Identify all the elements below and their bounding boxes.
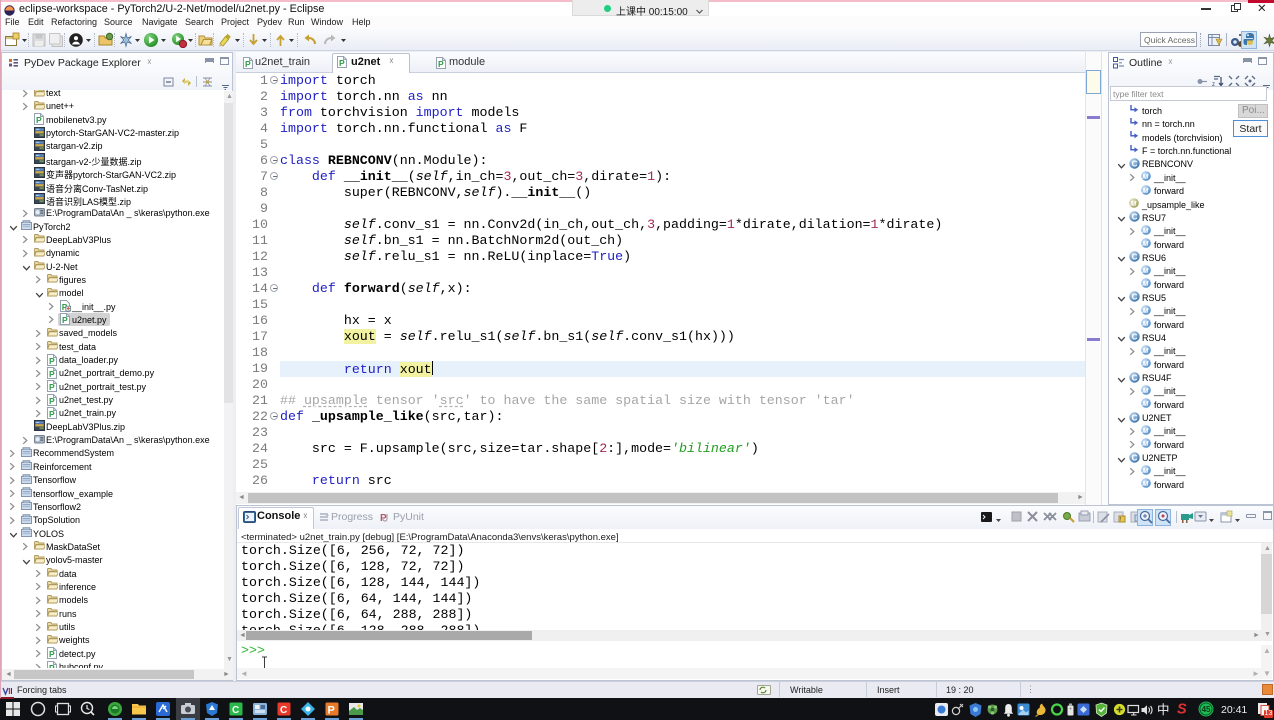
svg-text:M: M <box>1130 199 1137 208</box>
svg-text:C: C <box>1132 293 1138 302</box>
svg-text:M: M <box>1142 426 1149 435</box>
svg-text:C: C <box>1132 333 1138 342</box>
svg-text:P: P <box>328 705 335 717</box>
svg-text:C: C <box>280 705 287 716</box>
svg-text:M: M <box>1142 306 1149 315</box>
svg-text:P: P <box>49 369 55 379</box>
svg-text:P: P <box>49 409 55 419</box>
svg-text:中: 中 <box>1157 702 1170 717</box>
svg-text:M: M <box>1142 185 1149 194</box>
svg-text:M: M <box>1142 239 1149 248</box>
svg-text:M: M <box>1142 319 1149 328</box>
svg-text:P: P <box>339 58 345 68</box>
svg-text:P: P <box>36 115 42 125</box>
svg-text:P: P <box>49 382 55 392</box>
svg-text:M: M <box>1142 479 1149 488</box>
svg-text:P: P <box>49 649 55 659</box>
svg-text:S: S <box>1177 702 1187 718</box>
svg-text:P: P <box>62 315 68 325</box>
svg-text:M: M <box>1142 359 1149 368</box>
svg-text:C: C <box>1132 253 1138 262</box>
svg-text:C: C <box>1132 159 1138 168</box>
svg-text:M: M <box>1142 172 1149 181</box>
svg-text:C: C <box>232 705 239 716</box>
svg-text:P: P <box>49 662 55 668</box>
svg-text:C: C <box>1132 413 1138 422</box>
svg-text:M: M <box>1142 265 1149 274</box>
svg-text:P: P <box>380 513 387 523</box>
svg-text:M: M <box>1142 386 1149 395</box>
svg-text:P: P <box>49 355 55 365</box>
svg-text:M: M <box>1142 466 1149 475</box>
svg-text:P: P <box>49 395 55 405</box>
svg-text:C: C <box>1132 453 1138 462</box>
svg-text:M: M <box>1142 439 1149 448</box>
svg-text:C: C <box>1132 373 1138 382</box>
svg-text:M: M <box>1142 346 1149 355</box>
svg-text:45: 45 <box>1202 705 1211 714</box>
svg-text:M: M <box>1142 279 1149 288</box>
svg-text:M: M <box>1142 399 1149 408</box>
svg-text:C: C <box>1132 213 1138 222</box>
svg-text:P: P <box>245 59 251 69</box>
svg-text:M: M <box>1142 225 1149 234</box>
svg-text:P: P <box>438 59 444 69</box>
